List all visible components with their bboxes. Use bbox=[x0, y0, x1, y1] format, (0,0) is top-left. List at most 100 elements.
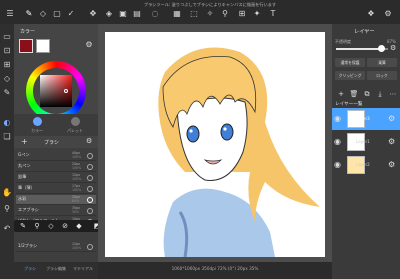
color-panel-title: カラー bbox=[20, 29, 36, 35]
layer-name: Layer2 bbox=[356, 162, 370, 167]
add-layer-icon[interactable]: + bbox=[336, 90, 346, 98]
fill-icon[interactable]: ▣ bbox=[118, 9, 128, 19]
crop-icon[interactable]: ▦ bbox=[172, 9, 182, 19]
grid-icon[interactable]: ⊞ bbox=[2, 60, 12, 70]
settings-icon[interactable]: ⚙ bbox=[383, 9, 393, 19]
duplicate-layer-icon[interactable]: ⧉ bbox=[362, 90, 372, 99]
brush-item[interactable]: 1/2ブラシ 12px 100% bbox=[16, 242, 96, 252]
layer-row[interactable]: ◉ Layer1 ⚙ bbox=[332, 131, 400, 153]
layer-panel-title: レイヤー bbox=[354, 29, 375, 35]
pen-quick-icon[interactable]: ✎ bbox=[18, 221, 28, 231]
fill-quick-icon[interactable]: ◆ bbox=[74, 221, 84, 231]
layer-row[interactable]: ◉ Layer2 ⚙ bbox=[332, 154, 400, 176]
hand-icon[interactable]: ✋ bbox=[2, 188, 12, 198]
brush-item[interactable]: エアブラシ 35px 30% bbox=[16, 206, 96, 216]
tab-brush-edit[interactable]: ブラシ編集 bbox=[42, 266, 70, 272]
eraser-quick-icon[interactable]: ◇ bbox=[46, 221, 56, 231]
layer-menu-icon[interactable]: ⋯ bbox=[388, 90, 398, 98]
layer-settings-icon[interactable]: ⚙ bbox=[390, 44, 396, 52]
lasso-icon[interactable]: ◌ bbox=[150, 9, 160, 19]
move-icon[interactable]: ✥ bbox=[88, 9, 98, 19]
brush-name: 水彩 bbox=[18, 196, 27, 201]
wand-icon[interactable]: ✧ bbox=[205, 9, 215, 19]
eraser-panel-icon[interactable]: ◇ bbox=[2, 74, 12, 84]
blur-quick-icon[interactable]: ⊘ bbox=[60, 221, 70, 231]
opacity-slider[interactable] bbox=[336, 45, 388, 52]
selection-icon[interactable]: ⬚ bbox=[189, 9, 199, 19]
layers-list-title: レイヤー一覧 bbox=[335, 102, 363, 107]
layer-name: Layer1 bbox=[356, 139, 370, 144]
merge-layer-icon[interactable]: ⤓ bbox=[375, 90, 385, 99]
color-wheel[interactable] bbox=[26, 61, 86, 121]
color-mode-tabs: カラー パレット bbox=[14, 114, 98, 136]
clipping-button[interactable]: クリッピング bbox=[335, 71, 365, 80]
brush-panel-icon[interactable]: ❏ bbox=[2, 132, 12, 142]
add-brush-button[interactable]: + bbox=[21, 137, 28, 146]
opacity-label: 不透明度 bbox=[335, 39, 351, 44]
tab-color-wheel[interactable]: カラー bbox=[20, 117, 54, 134]
eyedropper-quick-icon[interactable]: ⚲ bbox=[32, 221, 42, 231]
brush-panel-title: ブラシ bbox=[44, 140, 59, 146]
pen-panel-icon[interactable]: ✎ bbox=[2, 88, 12, 98]
brush-item[interactable]: 丸ペン 20px 100% bbox=[16, 162, 96, 172]
layer-gear-icon[interactable]: ⚙ bbox=[388, 114, 395, 123]
color-picker-handle[interactable] bbox=[64, 89, 68, 93]
bucket-icon[interactable]: ◈ bbox=[104, 9, 114, 19]
protect-button[interactable]: 通常を保護 bbox=[335, 58, 365, 67]
brush-preview-icon bbox=[87, 153, 93, 159]
brush-opacity: 100% bbox=[72, 166, 82, 170]
brush-item[interactable]: 筆（薄） 17px 100% bbox=[16, 184, 96, 194]
brush-item-selected[interactable]: 水彩 20px 60% bbox=[16, 195, 96, 205]
menu-icon[interactable]: ☰ bbox=[5, 9, 15, 19]
brush-name: エアブラシ bbox=[18, 207, 39, 212]
status-bar: 1060*1060px 350dpi 72% (0°) 20px 35% bbox=[98, 262, 332, 279]
tab-palette[interactable]: パレット bbox=[58, 117, 92, 134]
text-icon[interactable]: T bbox=[268, 9, 278, 19]
blend-mode-button[interactable]: 乗算 bbox=[367, 58, 397, 67]
drawing-canvas[interactable] bbox=[105, 32, 325, 257]
brush-name: 鉛筆 bbox=[18, 174, 27, 179]
lock-button[interactable]: ロック bbox=[367, 71, 397, 80]
color-settings-icon[interactable]: ⚙ bbox=[84, 40, 94, 50]
layer-row-selected[interactable]: ◉ Layer3 ⚙ bbox=[332, 108, 400, 130]
gradient-icon[interactable]: ▤ bbox=[132, 9, 142, 19]
opacity-slider-knob[interactable] bbox=[378, 45, 386, 52]
visibility-eye-icon[interactable]: ◉ bbox=[334, 114, 341, 123]
sparkle-icon[interactable]: ✦ bbox=[252, 9, 262, 19]
left-sidebar: ▭ ⊡ ⊞ ◇ ✎ ◐ ❏ ✋ ⚲ ↶ bbox=[0, 24, 14, 279]
brush-opacity: 100% bbox=[72, 177, 82, 181]
sub-color-swatch[interactable] bbox=[36, 39, 50, 53]
eyedropper-icon[interactable]: ⚲ bbox=[220, 9, 230, 19]
tool-tip: ブラシツール: 塗りつぶしでブラシによりキャンバスに描画を行います bbox=[143, 2, 277, 7]
tab-color-wheel-label: カラー bbox=[31, 128, 43, 133]
brush-preview-icon bbox=[87, 244, 93, 250]
select-rect-icon[interactable]: ▢ bbox=[52, 9, 62, 19]
layer-gear-icon[interactable]: ⚙ bbox=[388, 137, 395, 146]
main-color-swatch[interactable] bbox=[19, 39, 33, 53]
layer-gear-icon[interactable]: ⚙ bbox=[388, 160, 395, 169]
brush-opacity: 60% bbox=[72, 199, 80, 203]
brush-settings-icon[interactable]: ⚙ bbox=[86, 137, 92, 145]
layers-panel-icon[interactable]: ▭ bbox=[2, 32, 12, 42]
eyedropper-side-icon[interactable]: ⚲ bbox=[2, 204, 12, 214]
brush-name: Gペン bbox=[18, 152, 30, 157]
app-window: ブラシツール: 塗りつぶしでブラシによりキャンバスに描画を行います ☰ ✎ ◇ … bbox=[0, 0, 400, 279]
color-panel-icon[interactable]: ◐ bbox=[2, 118, 12, 128]
brush-preview-icon bbox=[87, 186, 93, 192]
visibility-eye-icon[interactable]: ◉ bbox=[334, 160, 341, 169]
brush-item[interactable]: 鉛筆 12px 100% bbox=[16, 173, 96, 183]
visibility-eye-icon[interactable]: ◉ bbox=[334, 137, 341, 146]
pen-icon[interactable]: ✎ bbox=[24, 9, 34, 19]
brush-item[interactable]: Gペン 40px 100% bbox=[16, 151, 96, 161]
tab-brush[interactable]: ブラシ bbox=[16, 266, 44, 272]
crop-panel-icon[interactable]: ⊡ bbox=[2, 46, 12, 56]
undo-icon[interactable]: ↶ bbox=[2, 224, 12, 234]
brush-opacity: 100% bbox=[72, 188, 82, 192]
delete-layer-icon[interactable]: 🗑 bbox=[349, 90, 359, 98]
check-icon[interactable]: ✓ bbox=[66, 9, 76, 19]
eraser-icon[interactable]: ◇ bbox=[38, 9, 48, 19]
ruler-icon[interactable]: ⊞ bbox=[237, 9, 247, 19]
brush-preview-icon bbox=[87, 208, 93, 214]
tab-material[interactable]: マテリアル bbox=[69, 266, 97, 272]
materials-icon[interactable]: ❖ bbox=[366, 9, 376, 19]
